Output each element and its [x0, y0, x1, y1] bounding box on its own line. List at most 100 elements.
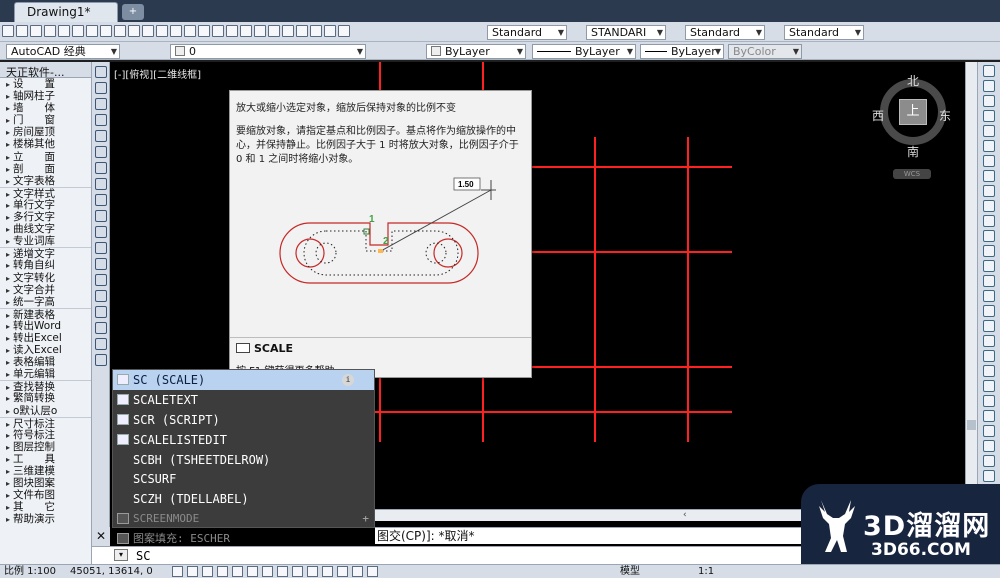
- layer-select[interactable]: 0 ▼: [170, 44, 366, 59]
- point-icon[interactable]: [94, 274, 107, 286]
- paste-icon[interactable]: [128, 25, 140, 37]
- layer-manager-icon[interactable]: [983, 395, 995, 407]
- autocomplete-item[interactable]: SCR (SCRIPT): [113, 410, 374, 430]
- autocomplete-item[interactable]: SCALELISTEDIT: [113, 430, 374, 450]
- model-space-toggle[interactable]: 模型: [620, 565, 640, 578]
- tarch-menu-item[interactable]: ▸ 读入Excel: [0, 344, 91, 356]
- layer-off-icon[interactable]: [983, 455, 995, 467]
- chamfer-icon[interactable]: [983, 275, 995, 287]
- tarch-menu-item[interactable]: ▸ 楼梯其他: [0, 138, 91, 150]
- tarch-menu-item[interactable]: ▸ 转出Word: [0, 320, 91, 332]
- object-snap-icon[interactable]: [247, 566, 258, 577]
- tarch-menu-item[interactable]: ▸ 文件布图: [0, 489, 91, 501]
- join-icon[interactable]: [983, 260, 995, 272]
- autocomplete-item[interactable]: SCALETEXT: [113, 390, 374, 410]
- autocomplete-system-variable[interactable]: SCREENMODE +: [113, 509, 374, 529]
- arc-icon[interactable]: [94, 146, 107, 158]
- pan-icon[interactable]: [983, 320, 995, 332]
- trim-icon[interactable]: [983, 200, 995, 212]
- lineweight-toggle-icon[interactable]: [322, 566, 333, 577]
- zoom-window-icon[interactable]: [226, 25, 238, 37]
- tool-palettes-icon[interactable]: [282, 25, 294, 37]
- tarch-menu-item[interactable]: ▸ 立 面: [0, 151, 91, 163]
- tarch-menu-item[interactable]: ▸ 转出Excel: [0, 332, 91, 344]
- quickcalc-icon[interactable]: [324, 25, 336, 37]
- tarch-menu-item[interactable]: ▸ 递增文字: [0, 247, 91, 260]
- tarch-menu-item[interactable]: ▸ 轴网柱子: [0, 90, 91, 102]
- viewcube[interactable]: 北 南 东 西 上 WCS: [872, 74, 951, 179]
- extend-icon[interactable]: [983, 215, 995, 227]
- tarch-menu-item[interactable]: ▸ 其 它: [0, 501, 91, 513]
- redo-icon[interactable]: [184, 25, 196, 37]
- move-icon[interactable]: [983, 140, 995, 152]
- region-icon[interactable]: [94, 322, 107, 334]
- workspace-select[interactable]: AutoCAD 经典 ▼: [6, 44, 120, 59]
- info-icon[interactable]: i: [342, 374, 354, 386]
- ortho-mode-icon[interactable]: [217, 566, 228, 577]
- object-snap-tracking-icon[interactable]: [277, 566, 288, 577]
- revision-cloud-icon[interactable]: [94, 178, 107, 190]
- line-icon[interactable]: [94, 66, 107, 78]
- markup-icon[interactable]: [310, 25, 322, 37]
- transparency-icon[interactable]: [337, 566, 348, 577]
- break-icon[interactable]: [983, 245, 995, 257]
- copy-icon[interactable]: [114, 25, 126, 37]
- viewcube-face-top[interactable]: 上: [899, 99, 927, 125]
- grid-display-icon[interactable]: [202, 566, 213, 577]
- cut-icon[interactable]: [100, 25, 112, 37]
- annotation-scale-ratio[interactable]: 1:1: [698, 565, 714, 578]
- quick-properties-icon[interactable]: [352, 566, 363, 577]
- publish-icon[interactable]: [72, 25, 84, 37]
- match-properties-icon[interactable]: [142, 25, 154, 37]
- expand-icon[interactable]: +: [362, 509, 369, 529]
- tarch-menu-item[interactable]: ▸ 文字样式: [0, 186, 91, 200]
- properties-icon[interactable]: [254, 25, 266, 37]
- tarch-menu-item[interactable]: ▸ 转角自纠: [0, 259, 91, 271]
- block-editor-icon[interactable]: [156, 25, 168, 37]
- table-icon[interactable]: [94, 338, 107, 350]
- dynamic-input-icon[interactable]: [307, 566, 318, 577]
- undo-icon[interactable]: [170, 25, 182, 37]
- dim-style-select[interactable]: STANDARI ▼: [586, 25, 666, 40]
- command-input[interactable]: [136, 548, 536, 563]
- cursor-coordinates[interactable]: 45051, 13614, 0: [70, 565, 153, 578]
- open-file-icon[interactable]: [16, 25, 28, 37]
- autocomplete-item[interactable]: SCSURF: [113, 469, 374, 489]
- zoom-previous-icon[interactable]: [240, 25, 252, 37]
- 3d-object-snap-icon[interactable]: [262, 566, 273, 577]
- construction-line-icon[interactable]: [94, 82, 107, 94]
- lineweight-select[interactable]: ByLayer ▼: [640, 44, 724, 59]
- tarch-menu-item[interactable]: ▸ 剖 面: [0, 163, 91, 175]
- compass-north[interactable]: 北: [907, 72, 919, 89]
- offset-icon[interactable]: [983, 110, 995, 122]
- autocomplete-item[interactable]: SCBH (TSHEETDELROW): [113, 450, 374, 470]
- tarch-menu-item[interactable]: ▸ 图块图案: [0, 477, 91, 489]
- tarch-menu-item[interactable]: ▸ 单行文字: [0, 199, 91, 211]
- design-center-icon[interactable]: [268, 25, 280, 37]
- tarch-menu-item[interactable]: ▸ 图层控制: [0, 441, 91, 453]
- sheet-set-icon[interactable]: [296, 25, 308, 37]
- document-tab-drawing1[interactable]: Drawing1*: [14, 2, 118, 22]
- 3d-dwf-icon[interactable]: [86, 25, 98, 37]
- tarch-menu-item[interactable]: ▸ 曲线文字: [0, 223, 91, 235]
- tarch-menu-item[interactable]: ▸ 多行文字: [0, 211, 91, 223]
- break-at-point-icon[interactable]: [983, 230, 995, 242]
- wcs-menu[interactable]: WCS: [893, 169, 931, 179]
- array-icon[interactable]: [983, 125, 995, 137]
- autocomplete-item[interactable]: SC (SCALE) i: [113, 370, 374, 390]
- zoom-realtime-icon[interactable]: [212, 25, 224, 37]
- gradient-icon[interactable]: [94, 306, 107, 318]
- zoom-extents-icon[interactable]: [983, 380, 995, 392]
- layer-isolate-icon[interactable]: [983, 425, 995, 437]
- spline-icon[interactable]: [94, 194, 107, 206]
- annotation-scale[interactable]: 比例 1:100: [4, 565, 56, 578]
- tarch-menu-item[interactable]: ▸ 墙 体: [0, 102, 91, 114]
- canvas-vertical-scrollbar[interactable]: [965, 62, 977, 552]
- tarch-menu-item[interactable]: ▸ 符号标注: [0, 429, 91, 441]
- rotate-icon[interactable]: [983, 155, 995, 167]
- compass-east[interactable]: 东: [939, 107, 951, 124]
- pan-icon[interactable]: [198, 25, 210, 37]
- copy-object-icon[interactable]: [983, 80, 995, 92]
- make-block-icon[interactable]: [94, 258, 107, 270]
- circle-icon[interactable]: [94, 162, 107, 174]
